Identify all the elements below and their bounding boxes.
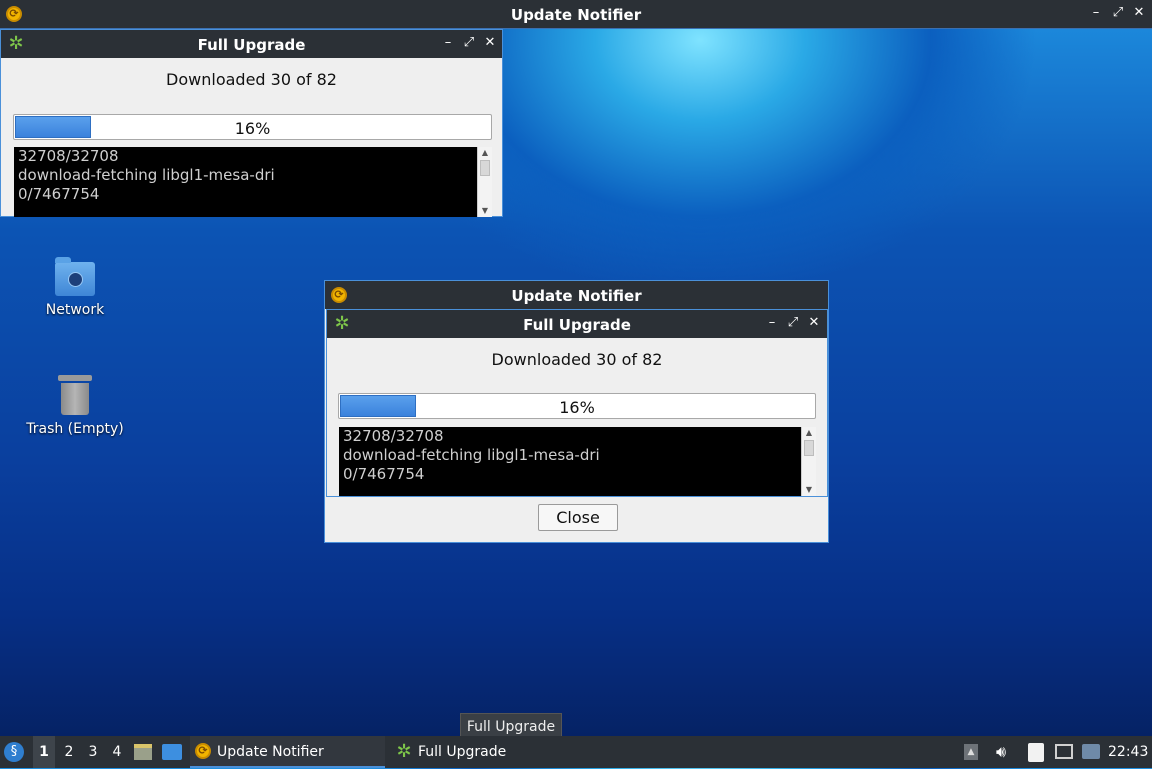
scroll-thumb[interactable] (480, 160, 490, 176)
start-menu-button[interactable]: § (4, 736, 28, 768)
trash-icon (58, 375, 92, 415)
network-folder-icon (55, 257, 95, 296)
close-button[interactable]: ✕ (1131, 5, 1147, 21)
full-upgrade-window-back: ✲ Full Upgrade – ⤢ ✕ Downloaded 30 of 82… (0, 29, 503, 217)
update-notifier-window-front: ⟳ Update Notifier ✲ Full Upgrade – ⤢ ✕ D… (324, 280, 829, 543)
update-notifier-titlebar[interactable]: ⟳ Update Notifier – ⤢ ✕ (0, 0, 1152, 29)
workspace-4[interactable]: 4 (106, 736, 128, 768)
progress-percent: 16% (559, 398, 595, 417)
start-menu-icon: § (4, 742, 24, 762)
desktop-icon-label: Trash (Empty) (26, 421, 124, 437)
network-button[interactable] (1055, 736, 1077, 768)
log-output: 32708/32708 download-fetching libgl1-mes… (14, 147, 477, 217)
log-scrollbar[interactable]: ▲ ▼ (477, 147, 492, 217)
log-line: 0/7467754 (343, 465, 425, 483)
log-output: 32708/32708 download-fetching libgl1-mes… (339, 427, 801, 496)
clock[interactable]: 22:43 (1108, 736, 1148, 768)
scroll-down-icon[interactable]: ▼ (802, 484, 816, 496)
log-line: download-fetching libgl1-mesa-dri (18, 166, 275, 184)
volume-icon: 🔊︎ (995, 742, 1007, 761)
log-line: 0/7467754 (18, 185, 100, 203)
updates-button[interactable] (1082, 736, 1102, 768)
full-upgrade-window-front: ✲ Full Upgrade – ⤢ ✕ Downloaded 30 of 82… (326, 309, 828, 497)
minimize-button[interactable]: – (764, 315, 780, 331)
download-status: Downloaded 30 of 82 (166, 70, 337, 89)
taskbar: § 1 2 3 4 ⟳ Update Notifier ✲ Full Upgra… (0, 736, 1152, 768)
log-line: download-fetching libgl1-mesa-dri (343, 446, 600, 464)
dialog-title: Full Upgrade (523, 316, 631, 334)
desktop-icon-label: Network (45, 302, 105, 318)
log-line: 32708/32708 (18, 147, 119, 165)
update-notifier-icon: ⟳ (195, 743, 211, 759)
maximize-button[interactable]: ⤢ (1110, 5, 1126, 21)
network-icon (1055, 744, 1073, 759)
close-button[interactable]: ✕ (482, 35, 498, 51)
task-label: Full Upgrade (418, 744, 507, 760)
dialog-titlebar[interactable]: ✲ Full Upgrade – ⤢ ✕ (1, 30, 502, 58)
task-update-notifier[interactable]: ⟳ Update Notifier (190, 736, 385, 768)
log-line: 32708/32708 (343, 427, 444, 445)
file-manager-icon (134, 744, 152, 760)
scroll-thumb[interactable] (804, 440, 814, 456)
maximize-button[interactable]: ⤢ (785, 315, 801, 331)
desktop-icon (162, 744, 182, 760)
progress-bar: 16% (338, 393, 816, 419)
clipboard-icon (1028, 743, 1044, 762)
scroll-up-icon[interactable]: ▲ (802, 427, 816, 439)
minimize-button[interactable]: – (1088, 5, 1104, 21)
desktop-icon-network[interactable]: Network (20, 257, 130, 318)
close-button[interactable]: ✕ (806, 315, 822, 331)
scroll-down-icon[interactable]: ▼ (478, 205, 492, 217)
desktop-icon-trash[interactable]: Trash (Empty) (20, 375, 130, 437)
gear-icon: ✲ (396, 741, 412, 762)
progress-percent: 16% (234, 119, 271, 138)
tray-expand-button[interactable]: ▲ (964, 736, 980, 768)
dialog-title: Full Upgrade (197, 36, 306, 54)
scroll-up-icon[interactable]: ▲ (478, 147, 492, 159)
updates-icon (1082, 744, 1100, 759)
download-status: Downloaded 30 of 82 (491, 350, 663, 369)
chevron-up-icon: ▲ (964, 744, 978, 760)
workspace-2[interactable]: 2 (58, 736, 80, 768)
dialog-titlebar[interactable]: ✲ Full Upgrade – ⤢ ✕ (327, 310, 827, 338)
minimize-button[interactable]: – (440, 35, 456, 51)
dialog-titlebar[interactable]: ⟳ Update Notifier (325, 281, 828, 309)
show-desktop-launcher[interactable] (162, 736, 184, 768)
close-dialog-button[interactable]: Close (538, 504, 618, 531)
log-scrollbar[interactable]: ▲ ▼ (801, 427, 816, 496)
workspace-3[interactable]: 3 (82, 736, 104, 768)
workspace-1[interactable]: 1 (33, 736, 55, 768)
volume-button[interactable]: 🔊︎ (990, 736, 1012, 768)
progress-bar: 16% (13, 114, 492, 140)
maximize-button[interactable]: ⤢ (461, 35, 477, 51)
window-title: Update Notifier (510, 6, 642, 24)
clipboard-button[interactable] (1028, 736, 1048, 768)
file-manager-launcher[interactable] (134, 736, 154, 768)
task-label: Update Notifier (217, 744, 324, 760)
task-full-upgrade[interactable]: ✲ Full Upgrade (392, 736, 587, 768)
dialog-title: Update Notifier (511, 287, 642, 305)
